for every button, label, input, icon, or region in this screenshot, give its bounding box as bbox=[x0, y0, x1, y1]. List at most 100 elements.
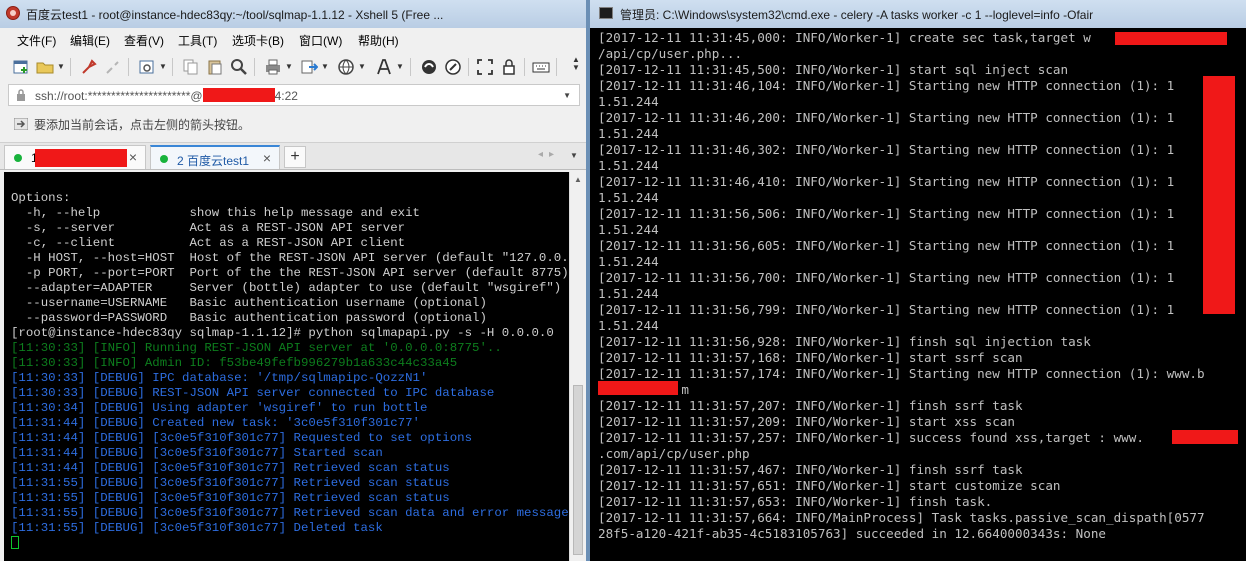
xftp-icon[interactable] bbox=[420, 58, 438, 76]
redaction-ssrf-host bbox=[598, 381, 678, 395]
tab-label-redaction bbox=[35, 149, 127, 167]
menu-tools[interactable]: 工具(T) bbox=[178, 32, 217, 49]
add-tab-button[interactable]: + bbox=[284, 146, 306, 168]
session-address-bar[interactable]: ssh://root:**********************@ 4:22 ▼ bbox=[8, 84, 580, 106]
fullscreen-icon[interactable] bbox=[476, 58, 494, 76]
properties-dropdown-icon[interactable]: ▼ bbox=[159, 62, 167, 71]
console-line: [2017-12-11 11:31:56,700: INFO/Worker-1]… bbox=[598, 270, 1175, 285]
paste-icon[interactable] bbox=[206, 58, 224, 76]
terminal-line: [11:30:33] [INFO] Admin ID: f53be49fefb9… bbox=[11, 356, 458, 370]
terminal-line: [11:30:34] [DEBUG] Using adapter 'wsgire… bbox=[11, 401, 428, 415]
tab-list-dropdown-icon[interactable]: ▼ bbox=[570, 151, 578, 160]
tab-close-icon[interactable]: × bbox=[263, 150, 271, 166]
font-icon[interactable] bbox=[375, 58, 393, 76]
cmd-titlebar[interactable]: 管理员: C:\Windows\system32\cmd.exe - celer… bbox=[590, 0, 1246, 28]
open-dropdown-icon[interactable]: ▼ bbox=[57, 62, 65, 71]
toolbar-separator bbox=[468, 58, 469, 76]
tab-label: 2 百度云test1 bbox=[177, 154, 250, 168]
menu-tabs[interactable]: 选项卡(B) bbox=[232, 32, 284, 49]
print-icon[interactable] bbox=[264, 58, 282, 76]
open-folder-icon[interactable] bbox=[36, 58, 54, 76]
terminal-line: -H HOST, --host=HOST Host of the REST-JS… bbox=[11, 251, 569, 265]
address-lock-icon bbox=[17, 89, 25, 101]
terminal-output[interactable]: Options: -h, --help show this help messa… bbox=[4, 172, 569, 561]
terminal-line: -c, --client Act as a REST-JSON API clie… bbox=[11, 236, 406, 250]
console-line: 1.51.244 bbox=[598, 286, 659, 301]
cmd-console-output[interactable]: [2017-12-11 11:31:45,000: INFO/Worker-1]… bbox=[598, 28, 1246, 561]
console-line: [2017-12-11 11:31:57,209: INFO/Worker-1]… bbox=[598, 414, 1016, 429]
terminal-line: --password=PASSWORD Basic authentication… bbox=[11, 311, 487, 325]
transfer-dropdown-icon[interactable]: ▼ bbox=[321, 62, 329, 71]
console-line: [2017-12-11 11:31:57,664: INFO/MainProce… bbox=[598, 510, 1205, 525]
disconnect-icon[interactable] bbox=[104, 58, 122, 76]
xshell-app-icon bbox=[6, 6, 20, 20]
xmanager-icon[interactable] bbox=[444, 58, 462, 76]
transfer-icon[interactable] bbox=[300, 58, 318, 76]
terminal-line: [root@instance-hdec83qy sqlmap-1.1.12]# … bbox=[11, 326, 554, 340]
scrollbar-thumb[interactable] bbox=[573, 385, 583, 555]
terminal-line: --adapter=ADAPTER Server (bottle) adapte… bbox=[11, 281, 562, 295]
tab-session-1[interactable]: 1 × bbox=[4, 145, 146, 169]
add-session-arrow-icon[interactable] bbox=[14, 118, 28, 130]
terminal-line: -p PORT, --port=PORT Port of the the RES… bbox=[11, 266, 569, 280]
toolbar-separator bbox=[172, 58, 173, 76]
redaction-xss-host bbox=[1172, 430, 1238, 444]
session-hint-bar: 要添加当前会话，点击左侧的箭头按钮。 bbox=[0, 112, 586, 136]
tab-scroll-arrows-icon[interactable]: ◂▸ bbox=[538, 149, 560, 160]
menu-help[interactable]: 帮助(H) bbox=[358, 32, 399, 49]
keyboard-icon[interactable] bbox=[532, 58, 550, 76]
console-line: 1.51.244 bbox=[598, 158, 659, 173]
cmd-window: 管理员: C:\Windows\system32\cmd.exe - celer… bbox=[590, 0, 1246, 561]
console-line: 1.51.244 bbox=[598, 254, 659, 269]
redaction-target-domain bbox=[1115, 32, 1227, 45]
xshell-titlebar[interactable]: 百度云test1 - root@instance-hdec83qy:~/tool… bbox=[0, 0, 586, 28]
font-dropdown-icon[interactable]: ▼ bbox=[396, 62, 404, 71]
console-line: 1.51.244 bbox=[598, 318, 659, 333]
globe-dropdown-icon[interactable]: ▼ bbox=[358, 62, 366, 71]
toolbar-separator bbox=[70, 58, 71, 76]
find-icon[interactable] bbox=[230, 58, 248, 76]
console-line: /api/cp/user.php... bbox=[598, 46, 743, 61]
properties-icon[interactable] bbox=[138, 58, 156, 76]
console-line: [2017-12-11 11:31:46,302: INFO/Worker-1]… bbox=[598, 142, 1175, 157]
xshell-toolbar: ▼ ▼ ▼ ▼ ▼ ▼ ▲ ▼ bbox=[0, 52, 586, 82]
console-line: [2017-12-11 11:31:57,257: INFO/Worker-1]… bbox=[598, 430, 1144, 445]
console-line: [2017-12-11 11:31:56,928: INFO/Worker-1]… bbox=[598, 334, 1091, 349]
terminal-line: --username=USERNAME Basic authentication… bbox=[11, 296, 487, 310]
tab-close-icon[interactable]: × bbox=[129, 149, 137, 165]
terminal-scrollbar[interactable]: ▲ bbox=[569, 172, 586, 561]
toolbar-separator bbox=[410, 58, 411, 76]
print-dropdown-icon[interactable]: ▼ bbox=[285, 62, 293, 71]
tab-status-connected-icon bbox=[14, 154, 22, 162]
session-address: ssh://root:**********************@ 4:22 bbox=[35, 88, 298, 103]
tab-session-2[interactable]: 2 百度云test1 × bbox=[150, 145, 280, 169]
terminal-cursor bbox=[11, 536, 19, 549]
copy-icon[interactable] bbox=[182, 58, 200, 76]
terminal-line: [11:31:44] [DEBUG] [3c0e5f310f301c77] Re… bbox=[11, 431, 473, 445]
connect-icon[interactable] bbox=[80, 58, 98, 76]
console-line: 1.51.244 bbox=[598, 222, 659, 237]
menu-window[interactable]: 窗口(W) bbox=[299, 32, 342, 49]
terminal-line: Options: bbox=[11, 191, 71, 205]
scroll-up-icon[interactable]: ▲ bbox=[574, 175, 582, 184]
console-line: 1.51.244 bbox=[598, 126, 659, 141]
address-dropdown-icon[interactable]: ▼ bbox=[563, 91, 571, 100]
menu-view[interactable]: 查看(V) bbox=[124, 32, 164, 49]
toolbar-overflow-icon[interactable]: ▲ ▼ bbox=[572, 56, 580, 72]
console-line: [2017-12-11 11:31:46,410: INFO/Worker-1]… bbox=[598, 174, 1175, 189]
toolbar-separator bbox=[524, 58, 525, 76]
terminal-line: -s, --server Act as a REST-JSON API serv… bbox=[11, 221, 406, 235]
terminal-line: [11:31:55] [DEBUG] [3c0e5f310f301c77] De… bbox=[11, 521, 383, 535]
cmd-window-title: 管理员: C:\Windows\system32\cmd.exe - celer… bbox=[620, 8, 1094, 22]
menu-file[interactable]: 文件(F) bbox=[17, 32, 56, 49]
globe-icon[interactable] bbox=[337, 58, 355, 76]
console-line: [2017-12-11 11:31:57,467: INFO/Worker-1]… bbox=[598, 462, 1023, 477]
toolbar-separator bbox=[556, 58, 557, 76]
redaction-host-ip bbox=[1203, 76, 1235, 314]
address-prefix: ssh://root:**********************@ bbox=[35, 89, 203, 103]
session-tab-bar: 1 × 2 百度云test1 × + ◂▸ ▼ bbox=[0, 142, 586, 170]
lock-icon[interactable] bbox=[500, 58, 518, 76]
new-session-icon[interactable] bbox=[12, 58, 30, 76]
console-line: [2017-12-11 11:31:46,200: INFO/Worker-1]… bbox=[598, 110, 1175, 125]
menu-edit[interactable]: 编辑(E) bbox=[70, 32, 110, 49]
